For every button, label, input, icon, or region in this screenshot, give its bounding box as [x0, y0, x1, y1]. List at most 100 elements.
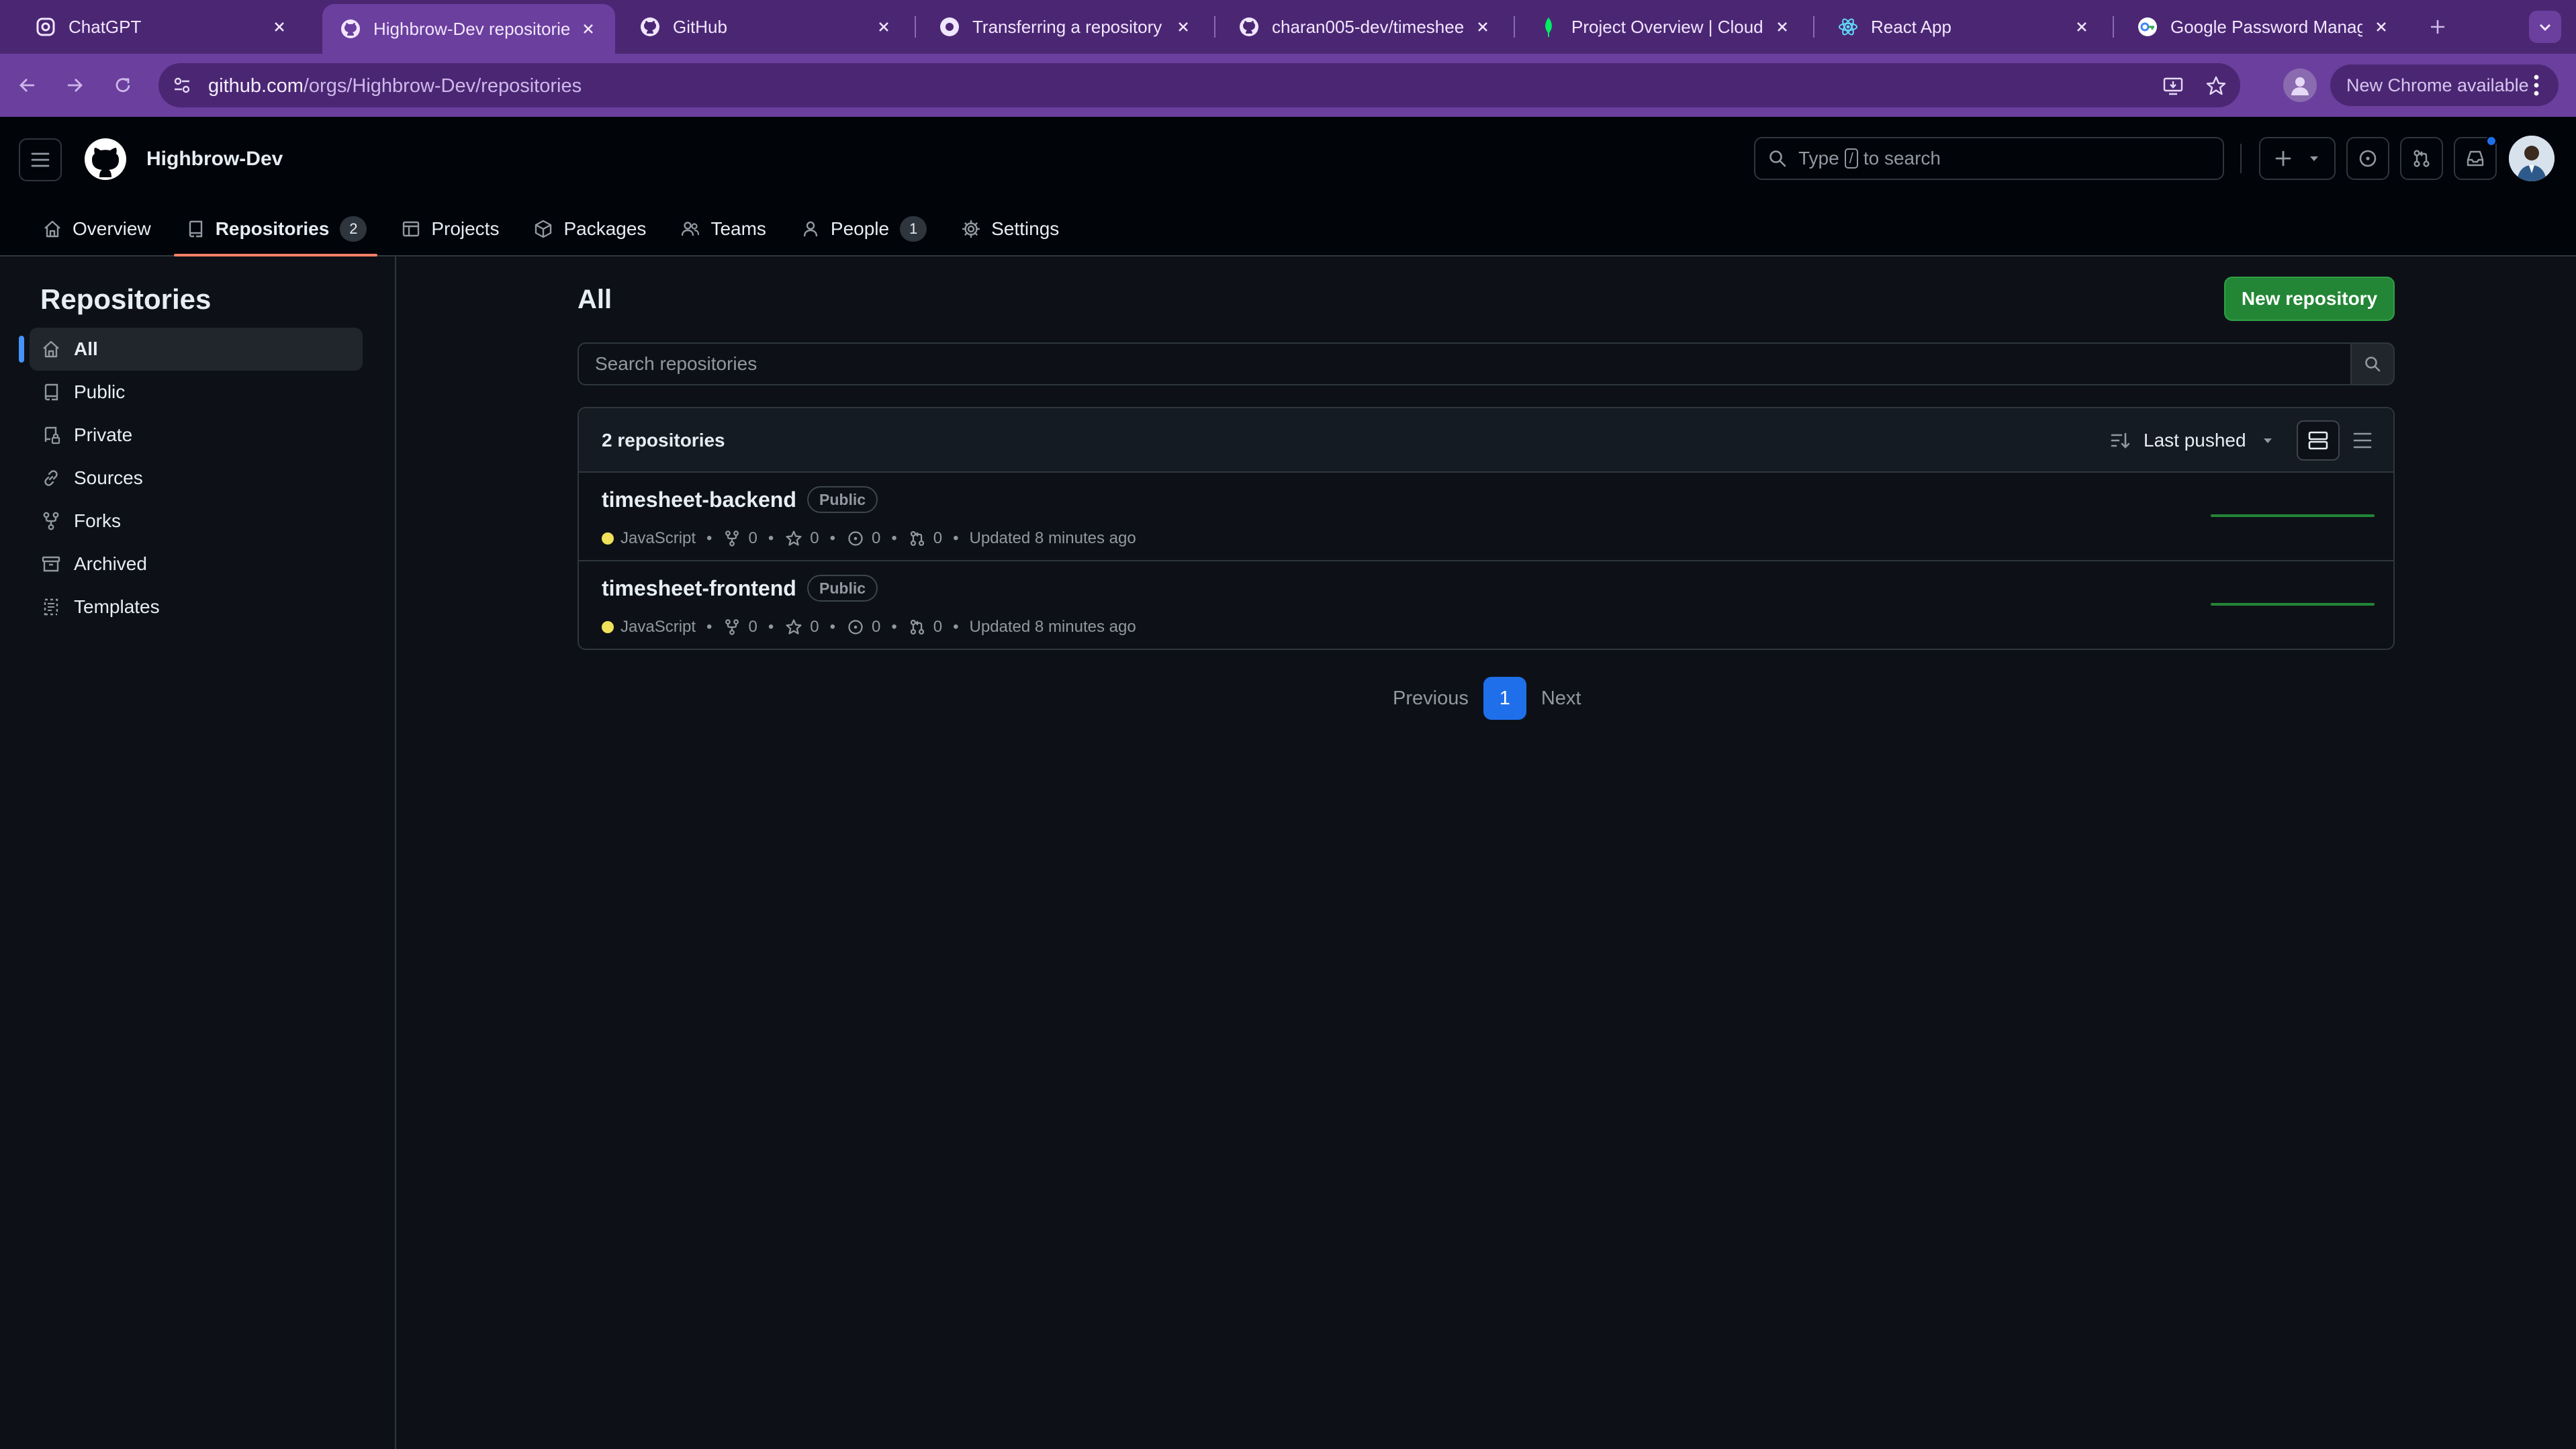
org-nav-settings[interactable]: Settings [946, 211, 1074, 247]
close-icon[interactable] [1472, 16, 1493, 38]
browser-toolbar: github.com/orgs/Highbrow-Dev/repositorie… [0, 54, 2576, 117]
user-avatar[interactable] [2509, 136, 2555, 181]
browser-tab-transferring-repository[interactable]: Transferring a repository - [921, 5, 1210, 48]
sidebar-item-sources[interactable]: Sources [30, 457, 363, 500]
sidebar-item-label: Sources [74, 467, 143, 488]
meta-separator: • [829, 618, 835, 636]
sidebar-item-private[interactable]: Private [30, 414, 363, 457]
repository-name-link[interactable]: timesheet-frontend [602, 576, 796, 601]
pagination-current-page[interactable]: 1 [1483, 677, 1526, 720]
star-count[interactable]: 0 [810, 529, 819, 548]
browser-tab-charan005-timesheet[interactable]: charan005-dev/timesheet [1221, 5, 1510, 48]
repository-name-link[interactable]: timesheet-backend [602, 487, 796, 512]
github-icon [340, 18, 361, 40]
pagination-next[interactable]: Next [1529, 688, 1594, 710]
org-name[interactable]: Highbrow-Dev [146, 148, 283, 171]
close-icon[interactable] [2371, 16, 2392, 38]
close-icon[interactable] [578, 18, 599, 40]
repository-search [578, 342, 2395, 385]
tab-search-button[interactable] [2529, 11, 2561, 43]
sidebar-item-templates[interactable]: Templates [30, 586, 363, 628]
org-nav-teams[interactable]: Teams [665, 211, 780, 247]
browser-tab-github[interactable]: GitHub [622, 5, 911, 48]
browser-tab-highbrow-repositories[interactable]: Highbrow-Dev repositories [322, 4, 615, 54]
pull-request-count[interactable]: 0 [933, 618, 942, 637]
org-nav-label: Overview [73, 218, 151, 239]
triangle-down-icon [2310, 156, 2318, 161]
global-search-input[interactable]: Type / to search [1754, 137, 2224, 180]
create-new-button[interactable] [2259, 137, 2336, 180]
org-nav-people[interactable]: People 1 [785, 211, 941, 247]
sidebar-item-label: Forks [74, 510, 121, 531]
repository-list-header: 2 repositories Last pushed [579, 408, 2393, 473]
tab-separator [2113, 16, 2114, 38]
fork-count[interactable]: 0 [748, 618, 757, 637]
pull-request-count[interactable]: 0 [933, 529, 942, 548]
back-button[interactable] [12, 70, 43, 101]
star-count[interactable]: 0 [810, 618, 819, 637]
forward-button[interactable] [59, 70, 90, 101]
bookmark-star-icon[interactable] [2203, 73, 2229, 99]
close-icon[interactable] [269, 16, 290, 38]
sidebar-item-public[interactable]: Public [30, 371, 363, 414]
close-icon[interactable] [1772, 16, 1793, 38]
meta-separator: • [768, 529, 774, 547]
org-nav-label: People [830, 218, 890, 239]
view-card-toggle[interactable] [2297, 420, 2340, 461]
org-nav-projects[interactable]: Projects [385, 211, 514, 247]
install-app-icon[interactable] [2160, 73, 2187, 99]
address-bar[interactable]: github.com/orgs/Highbrow-Dev/repositorie… [158, 63, 2240, 107]
repo-icon [40, 381, 62, 403]
link-icon [40, 467, 62, 489]
org-nav-label: Packages [563, 218, 647, 239]
browser-tab-google-password-manager[interactable]: Google Password Manager [2119, 5, 2408, 48]
sort-dropdown[interactable]: Last pushed [2102, 422, 2290, 459]
view-list-toggle[interactable] [2341, 420, 2384, 461]
repository-count: 2 repositories [602, 430, 725, 451]
org-nav-packages[interactable]: Packages [518, 211, 661, 247]
person-icon [800, 218, 821, 240]
issue-count[interactable]: 0 [872, 618, 880, 637]
search-hint-prefix: Type [1798, 148, 1839, 169]
github-icon [639, 16, 661, 38]
fork-count[interactable]: 0 [748, 529, 757, 548]
repositories-sidebar: Repositories All Public Private Sources … [0, 256, 396, 1449]
sidebar-item-label: All [74, 338, 98, 359]
meta-separator: • [829, 529, 835, 547]
org-nav-repositories[interactable]: Repositories 2 [170, 211, 382, 256]
github-logo[interactable] [83, 137, 128, 181]
sidebar-item-forks[interactable]: Forks [30, 500, 363, 543]
issues-button[interactable] [2346, 137, 2389, 180]
site-settings-icon[interactable] [171, 74, 193, 97]
browser-tab-mongodb-project[interactable]: Project Overview | Cloud: M [1520, 5, 1809, 48]
pull-requests-button[interactable] [2400, 137, 2443, 180]
search-hint-suffix: to search [1863, 148, 1941, 169]
github-docs-icon [939, 16, 960, 38]
close-icon[interactable] [2071, 16, 2092, 38]
package-icon [533, 218, 554, 240]
meta-separator: • [706, 529, 712, 547]
sidebar-item-archived[interactable]: Archived [30, 543, 363, 586]
search-submit-button[interactable] [2350, 342, 2395, 385]
org-nav-overview[interactable]: Overview [27, 211, 166, 247]
close-icon[interactable] [1172, 16, 1194, 38]
search-repositories-input[interactable] [578, 342, 2352, 385]
reload-button[interactable] [107, 70, 138, 101]
activity-sparkline [2211, 514, 2375, 517]
new-tab-button[interactable] [2424, 13, 2451, 40]
fork-icon [723, 618, 741, 637]
org-navigation: Overview Repositories 2 Projects Package… [27, 211, 1078, 256]
repositories-count-badge: 2 [340, 216, 367, 242]
global-menu-button[interactable] [19, 138, 62, 181]
pagination-previous[interactable]: Previous [1381, 688, 1481, 710]
close-icon[interactable] [873, 16, 894, 38]
google-password-manager-icon [2137, 16, 2158, 38]
sidebar-item-all[interactable]: All [19, 328, 363, 371]
browser-tab-chatgpt[interactable]: ChatGPT [17, 5, 306, 48]
new-repository-button[interactable]: New repository [2224, 277, 2395, 321]
issue-count[interactable]: 0 [872, 529, 880, 548]
browser-tab-react-app[interactable]: React App [1820, 5, 2109, 48]
browser-tab-title: GitHub [673, 16, 727, 37]
browser-profile-avatar[interactable] [2283, 68, 2317, 102]
chrome-update-button[interactable]: New Chrome available [2330, 64, 2559, 106]
